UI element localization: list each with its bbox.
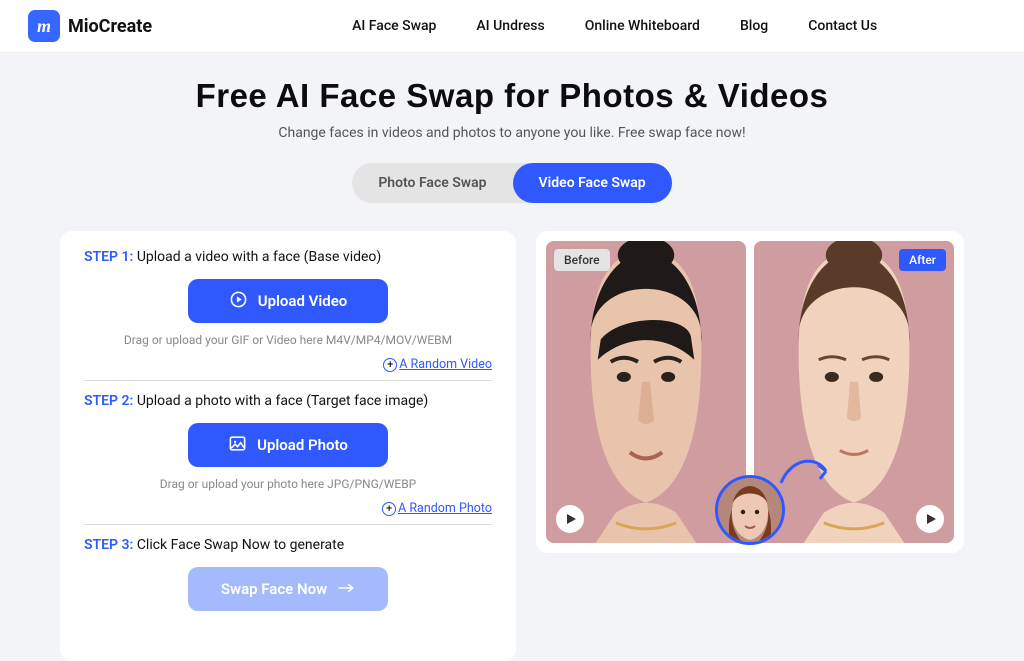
play-before-button[interactable] (556, 505, 584, 533)
step-3: STEP 3: Click Face Swap Now to generate … (84, 537, 492, 619)
play-circle-icon (229, 290, 248, 313)
swap-face-button[interactable]: Swap Face Now (188, 567, 388, 611)
top-nav: AI Face Swap AI Undress Online Whiteboar… (352, 18, 877, 34)
header: m MioCreate AI Face Swap AI Undress Onli… (0, 0, 1024, 53)
step-1-prefix: STEP 1: (84, 249, 137, 265)
nav-item-blog[interactable]: Blog (740, 18, 768, 34)
hero: Free AI Face Swap for Photos & Videos Ch… (0, 53, 1024, 221)
nav-item-undress[interactable]: AI Undress (476, 18, 544, 34)
logo-mark: m (28, 10, 60, 42)
step-1-text: Upload a video with a face (Base video) (137, 249, 381, 265)
random-photo-link[interactable]: A Random Photo (398, 501, 492, 516)
preview-panel: Before After (536, 231, 964, 553)
swap-arrow-icon (776, 453, 836, 493)
step-2-text: Upload a photo with a face (Target face … (137, 393, 428, 409)
steps-panel: STEP 1: Upload a video with a face (Base… (60, 231, 516, 661)
upload-video-button[interactable]: Upload Video (188, 279, 388, 323)
step-3-prefix: STEP 3: (84, 537, 137, 553)
page-subtitle: Change faces in videos and photos to any… (0, 125, 1024, 141)
upload-video-label: Upload Video (258, 292, 348, 310)
step-2-prefix: STEP 2: (84, 393, 137, 409)
random-photo-wrap: +A Random Photo (84, 497, 492, 516)
logo[interactable]: m MioCreate (28, 10, 152, 42)
step-2-hint: Drag or upload your photo here JPG/PNG/W… (84, 477, 492, 491)
step-2-label: STEP 2: Upload a photo with a face (Targ… (84, 393, 492, 409)
random-video-wrap: +A Random Video (84, 353, 492, 372)
step-3-text: Click Face Swap Now to generate (137, 537, 344, 553)
target-face-illustration (718, 478, 782, 542)
tab-photo-swap[interactable]: Photo Face Swap (352, 163, 512, 203)
nav-item-face-swap[interactable]: AI Face Swap (352, 18, 436, 34)
mode-tabs: Photo Face Swap Video Face Swap (352, 163, 671, 203)
logo-text: MioCreate (68, 16, 152, 37)
nav-item-whiteboard[interactable]: Online Whiteboard (585, 18, 700, 34)
page-title: Free AI Face Swap for Photos & Videos (0, 77, 1024, 115)
before-badge: Before (554, 249, 610, 271)
step-1-label: STEP 1: Upload a video with a face (Base… (84, 249, 492, 265)
step-3-label: STEP 3: Click Face Swap Now to generate (84, 537, 492, 553)
swap-face-label: Swap Face Now (221, 580, 327, 598)
step-2: STEP 2: Upload a photo with a face (Targ… (84, 393, 492, 525)
play-after-button[interactable] (916, 505, 944, 533)
image-icon (228, 434, 247, 457)
preview-after: After (754, 241, 954, 543)
upload-photo-label: Upload Photo (257, 436, 348, 454)
nav-item-contact[interactable]: Contact Us (808, 18, 877, 34)
step-1-hint: Drag or upload your GIF or Video here M4… (84, 333, 492, 347)
main-content: STEP 1: Upload a video with a face (Base… (0, 231, 1024, 661)
random-video-link[interactable]: A Random Video (399, 357, 492, 372)
step-1: STEP 1: Upload a video with a face (Base… (84, 249, 492, 381)
arrow-right-icon (337, 580, 355, 598)
plus-circle-icon: + (383, 358, 397, 372)
tab-video-swap[interactable]: Video Face Swap (513, 163, 672, 203)
after-face-illustration (754, 241, 954, 543)
target-face-thumbnail[interactable] (715, 475, 785, 545)
plus-circle-icon: + (382, 502, 396, 516)
after-badge: After (899, 249, 946, 271)
upload-photo-button[interactable]: Upload Photo (188, 423, 388, 467)
